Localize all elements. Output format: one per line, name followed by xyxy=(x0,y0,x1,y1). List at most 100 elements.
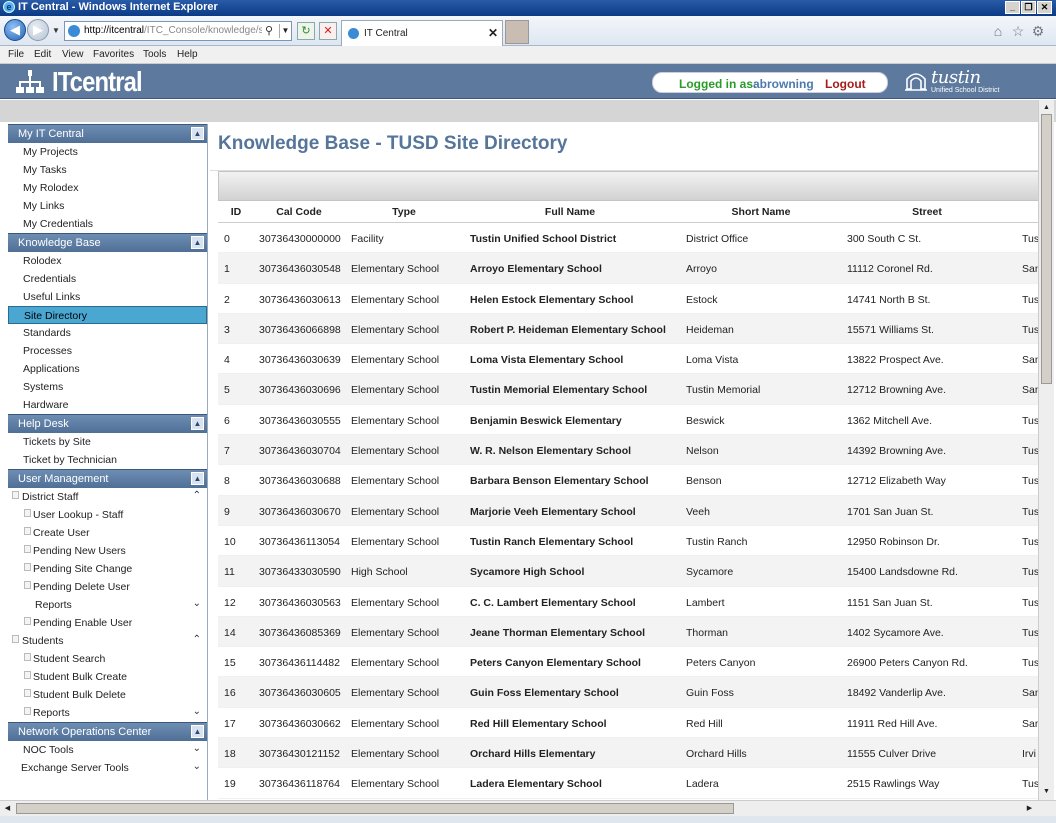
table-row[interactable]: 16 30736436030605 Elementary School Guin Fo… xyxy=(218,677,1038,708)
table-row[interactable]: 3 30736436066898 Elementary School Robert P… xyxy=(218,313,1038,345)
collapse-icon[interactable]: ▲ xyxy=(191,725,204,738)
column-header-cal-code[interactable]: Cal Code xyxy=(259,206,339,218)
chevron-down-icon[interactable]: ⌄ xyxy=(193,598,201,609)
table-row[interactable]: 7 30736436030704 Elementary School W. R. Ne… xyxy=(218,435,1038,466)
minimize-button[interactable]: _ xyxy=(1005,1,1020,14)
tools-gear-icon[interactable]: ⚙ xyxy=(1030,23,1046,39)
refresh-button[interactable]: ↻ xyxy=(297,22,315,40)
section-network-operations-center[interactable]: Network Operations Center ▲ xyxy=(8,722,207,741)
table-row[interactable]: 18 30736430121152 Elementary School Orchard… xyxy=(218,738,1038,769)
tree-create-user[interactable]: Create User xyxy=(8,524,207,542)
chevron-down-icon[interactable]: ⌄ xyxy=(193,761,201,772)
tree-pending-enable-user[interactable]: Pending Enable User xyxy=(8,614,207,632)
section-help-desk[interactable]: Help Desk ▲ xyxy=(8,414,207,433)
tree-user-lookup-staff[interactable]: User Lookup - Staff xyxy=(8,506,207,524)
sidebar-item-rolodex[interactable]: Rolodex xyxy=(8,252,207,270)
table-row[interactable]: 5 30736436030696 Elementary School Tustin M… xyxy=(218,374,1038,405)
tree-students[interactable]: Students ⌃ xyxy=(8,632,207,650)
collapse-icon[interactable]: ▲ xyxy=(191,417,204,430)
app-logo-text[interactable]: ITcentral xyxy=(52,66,143,98)
collapse-icon[interactable]: ▲ xyxy=(191,127,204,140)
chevron-down-icon[interactable]: ⌄ xyxy=(193,706,201,717)
tree-staff-reports[interactable]: Reports ⌄ xyxy=(8,596,207,614)
sidebar-item-my-projects[interactable]: My Projects xyxy=(8,143,207,161)
tree-student-search[interactable]: Student Search xyxy=(8,650,207,668)
sidebar-item-my-credentials[interactable]: My Credentials xyxy=(8,215,207,233)
table-row[interactable]: 15 30736436114482 Elementary School Peters … xyxy=(218,647,1038,678)
collapse-icon[interactable]: ▲ xyxy=(191,236,204,249)
chevron-up-icon[interactable]: ⌃ xyxy=(193,490,201,501)
restore-button[interactable]: ❐ xyxy=(1021,1,1036,14)
menu-file[interactable]: File xyxy=(8,49,24,60)
sidebar-item-useful-links[interactable]: Useful Links xyxy=(8,288,207,306)
tree-pending-site-change[interactable]: Pending Site Change xyxy=(8,560,207,578)
table-row[interactable]: 19 30736436118764 Elementary School Ladera … xyxy=(218,768,1038,799)
favorites-star-icon[interactable]: ☆ xyxy=(1010,23,1026,39)
sidebar-item-ticket-by-technician[interactable]: Ticket by Technician xyxy=(8,451,207,469)
home-icon[interactable]: ⌂ xyxy=(990,23,1006,39)
sidebar-item-site-directory[interactable]: Site Directory xyxy=(8,306,207,324)
close-window-button[interactable]: ✕ xyxy=(1037,1,1052,14)
scroll-left-icon[interactable]: ◀ xyxy=(2,803,13,814)
table-row[interactable]: 11 30736433030590 High School Sycamore High… xyxy=(218,556,1038,587)
column-header-full-name[interactable]: Full Name xyxy=(470,206,670,218)
table-row[interactable]: 17 30736436030662 Elementary School Red Hil… xyxy=(218,708,1038,739)
menu-view[interactable]: View xyxy=(62,49,84,60)
table-row[interactable]: 2 30736436030613 Elementary School Helen Es… xyxy=(218,284,1038,314)
tree-student-reports[interactable]: Reports ⌄ xyxy=(8,704,207,722)
column-header-short-name[interactable]: Short Name xyxy=(686,206,836,218)
tree-student-bulk-delete[interactable]: Student Bulk Delete xyxy=(8,686,207,704)
tree-student-bulk-create[interactable]: Student Bulk Create xyxy=(8,668,207,686)
sidebar-item-applications[interactable]: Applications xyxy=(8,360,207,378)
horizontal-scroll-thumb[interactable] xyxy=(16,803,734,814)
column-header-street[interactable]: Street xyxy=(847,206,1007,218)
vertical-scrollbar[interactable]: ▲ ▼ xyxy=(1038,100,1054,800)
section-my-it-central[interactable]: My IT Central ▲ xyxy=(8,124,207,143)
sidebar-item-tickets-by-site[interactable]: Tickets by Site xyxy=(8,433,207,451)
chevron-up-icon[interactable]: ⌃ xyxy=(193,634,201,645)
sidebar-item-my-links[interactable]: My Links xyxy=(8,197,207,215)
table-row[interactable]: 8 30736436030688 Elementary School Barbara … xyxy=(218,465,1038,496)
back-button[interactable]: ◀ xyxy=(4,19,26,41)
menu-edit[interactable]: Edit xyxy=(34,49,51,60)
sidebar-item-systems[interactable]: Systems xyxy=(8,378,207,396)
scroll-down-icon[interactable]: ▼ xyxy=(1041,786,1052,797)
table-row[interactable]: 14 30736436085369 Elementary School Jeane T… xyxy=(218,616,1038,648)
tree-pending-delete-user[interactable]: Pending Delete User xyxy=(8,578,207,596)
column-header-id[interactable]: ID xyxy=(218,206,254,218)
sidebar-item-hardware[interactable]: Hardware xyxy=(8,396,207,414)
sidebar-item-processes[interactable]: Processes xyxy=(8,342,207,360)
horizontal-scrollbar[interactable]: ◀ ▶ xyxy=(0,800,1056,816)
scroll-up-icon[interactable]: ▲ xyxy=(1041,102,1052,113)
forward-button[interactable]: ▶ xyxy=(27,19,49,41)
scroll-right-icon[interactable]: ▶ xyxy=(1024,803,1035,814)
menu-favorites[interactable]: Favorites xyxy=(93,49,134,60)
table-row[interactable]: 12 30736436030563 Elementary School C. C. L… xyxy=(218,587,1038,617)
table-row[interactable]: 10 30736436113054 Elementary School Tustin … xyxy=(218,526,1038,557)
table-row[interactable]: 0 30736430000000 Facility Tustin Unified Sc… xyxy=(218,223,1038,254)
address-url[interactable]: http://itcentral/ITC_Console/knowledge/s… xyxy=(84,25,262,36)
menu-help[interactable]: Help xyxy=(177,49,198,60)
history-dropdown-icon[interactable]: ▼ xyxy=(52,26,60,35)
address-dropdown-icon[interactable]: ▼ xyxy=(279,24,291,38)
section-knowledge-base[interactable]: Knowledge Base ▲ xyxy=(8,233,207,252)
menu-tools[interactable]: Tools xyxy=(143,49,166,60)
tab-close-icon[interactable]: ✕ xyxy=(488,26,498,40)
table-row[interactable]: 6 30736436030555 Elementary School Benjamin… xyxy=(218,405,1038,436)
sidebar-item-standards[interactable]: Standards xyxy=(8,324,207,342)
column-header-type[interactable]: Type xyxy=(351,206,457,218)
new-tab-button[interactable] xyxy=(505,20,529,44)
sidebar-item-my-rolodex[interactable]: My Rolodex xyxy=(8,179,207,197)
sidebar-item-my-tasks[interactable]: My Tasks xyxy=(8,161,207,179)
stop-button[interactable]: ✕ xyxy=(319,22,337,40)
tree-pending-new-users[interactable]: Pending New Users xyxy=(8,542,207,560)
tree-exchange-server-tools[interactable]: Exchange Server Tools ⌄ xyxy=(8,759,207,777)
table-row[interactable]: 9 30736436030670 Elementary School Marjorie… xyxy=(218,495,1038,526)
logout-link[interactable]: Logout xyxy=(825,77,866,91)
sidebar-item-credentials[interactable]: Credentials xyxy=(8,270,207,288)
collapse-icon[interactable]: ▲ xyxy=(191,472,204,485)
search-icon[interactable]: ⚲ xyxy=(265,24,273,37)
section-user-management[interactable]: User Management ▲ xyxy=(8,469,207,488)
tree-noc-tools[interactable]: NOC Tools ⌄ xyxy=(8,741,207,759)
tree-district-staff[interactable]: District Staff ⌃ xyxy=(8,488,207,506)
